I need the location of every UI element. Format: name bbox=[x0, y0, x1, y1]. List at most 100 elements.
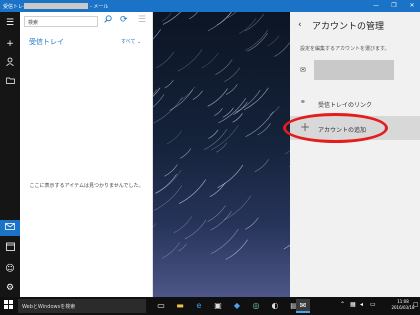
star-trails bbox=[153, 12, 290, 260]
star-trail bbox=[216, 12, 232, 26]
star-trail bbox=[244, 13, 264, 32]
app-icon-3[interactable]: ◐ bbox=[268, 299, 282, 313]
window-title-suffix: - メール bbox=[90, 4, 109, 10]
star-trail bbox=[164, 80, 174, 89]
star-trail bbox=[225, 239, 248, 260]
store-icon[interactable]: ▣ bbox=[211, 299, 225, 313]
message-list-pane: 検索 ⟳ ☰ 受信トレイ すべて ⌄ ここに表示するアイテムは見つかりませんでし… bbox=[20, 12, 153, 297]
keyboard-icon[interactable]: ▭ bbox=[370, 301, 376, 308]
star-trail bbox=[227, 12, 237, 19]
search-input[interactable]: 検索 bbox=[24, 16, 98, 27]
star-trail bbox=[243, 87, 269, 111]
star-trail bbox=[169, 89, 193, 111]
star-trail bbox=[218, 98, 247, 124]
taskbar-search-placeholder: WebとWindowsを検索 bbox=[22, 304, 76, 310]
sync-icon[interactable]: ⟳ bbox=[120, 15, 128, 25]
taskbar-search-input[interactable]: WebとWindowsを検索 bbox=[18, 299, 146, 313]
red-highlight-ellipse bbox=[283, 113, 388, 143]
star-trail bbox=[184, 219, 207, 240]
star-trail bbox=[155, 51, 175, 69]
back-arrow-icon[interactable]: ‹ bbox=[298, 20, 302, 30]
star-trail bbox=[257, 123, 271, 136]
people-icon[interactable] bbox=[0, 56, 20, 72]
star-trail bbox=[224, 67, 241, 83]
star-trail bbox=[177, 49, 203, 72]
minimize-button[interactable]: — bbox=[370, 0, 382, 12]
star-trail bbox=[208, 129, 219, 139]
empty-state-message: ここに表示するアイテムは見つかりませんでした。 bbox=[29, 183, 144, 189]
star-trail bbox=[269, 105, 280, 116]
star-trail bbox=[161, 242, 181, 259]
star-trail bbox=[215, 59, 233, 75]
notifications-icon[interactable]: ▢ bbox=[413, 301, 419, 308]
star-trail bbox=[179, 86, 196, 101]
star-trail bbox=[217, 164, 244, 188]
star-trail bbox=[192, 90, 203, 100]
edge-icon[interactable]: e bbox=[192, 299, 206, 313]
filter-dropdown[interactable]: すべて ⌄ bbox=[121, 38, 141, 45]
file-explorer-icon[interactable]: ▬ bbox=[173, 299, 187, 313]
star-trail bbox=[267, 35, 280, 47]
star-trail bbox=[222, 107, 234, 118]
app-icon-2[interactable]: ◎ bbox=[249, 299, 263, 313]
star-trail bbox=[207, 88, 228, 107]
link-inboxes-label: 受信トレイのリンク bbox=[318, 102, 373, 109]
star-trail bbox=[153, 29, 161, 40]
compose-icon[interactable]: + bbox=[0, 36, 20, 52]
star-trail bbox=[214, 108, 223, 116]
select-mode-icon[interactable]: ☰ bbox=[138, 15, 146, 25]
star-trail bbox=[166, 130, 183, 145]
star-trail bbox=[178, 179, 207, 204]
account-name-redacted bbox=[314, 60, 394, 80]
star-trail bbox=[210, 228, 239, 255]
star-trail bbox=[225, 84, 238, 95]
taskbar: WebとWindowsを検索 ▭ ▬ e ▣ ◆ ◎ ◐ ▤ ✉ ⌃ ▦ ◂ ▭… bbox=[0, 297, 420, 315]
star-trail bbox=[210, 125, 239, 151]
app-icon-1[interactable]: ◆ bbox=[230, 299, 244, 313]
close-button[interactable]: ✕ bbox=[406, 0, 418, 12]
star-trail bbox=[216, 142, 228, 153]
hamburger-icon[interactable]: ☰ bbox=[0, 15, 20, 31]
star-trail bbox=[164, 164, 178, 177]
account-item[interactable]: ✉ bbox=[300, 60, 410, 80]
star-trail bbox=[153, 94, 165, 108]
star-trail bbox=[154, 185, 183, 211]
smiley-icon[interactable]: ☺ bbox=[0, 261, 20, 277]
task-view-icon[interactable]: ▭ bbox=[154, 299, 168, 313]
star-trail bbox=[153, 96, 183, 124]
star-trail bbox=[245, 217, 259, 230]
star-trail bbox=[155, 173, 177, 194]
link-icon: ⚭ bbox=[300, 98, 306, 106]
star-trail bbox=[254, 159, 270, 173]
star-trail bbox=[153, 223, 157, 228]
chevron-up-icon[interactable]: ⌃ bbox=[340, 301, 345, 308]
panel-title: アカウントの管理 bbox=[312, 22, 385, 32]
envelope-icon: ✉ bbox=[300, 66, 306, 74]
nav-rail: ☰ + ☺ ⚙ bbox=[0, 12, 20, 297]
search-icon[interactable] bbox=[104, 15, 112, 26]
wallpaper-area bbox=[153, 12, 290, 297]
maximize-button[interactable]: ❐ bbox=[388, 0, 400, 12]
mail-icon[interactable] bbox=[0, 220, 20, 236]
folder-title: 受信トレイ bbox=[29, 38, 64, 46]
star-trail bbox=[162, 12, 181, 25]
panel-hint: 設定を編集するアカウントを選びます。 bbox=[300, 46, 390, 52]
folder-icon[interactable] bbox=[0, 74, 20, 90]
star-trail bbox=[178, 243, 187, 252]
windows-start-icon[interactable] bbox=[4, 300, 13, 312]
star-trail bbox=[244, 29, 269, 51]
account-name-redacted bbox=[24, 3, 88, 9]
star-trail bbox=[179, 148, 192, 159]
mail-taskbar-icon[interactable]: ✉ bbox=[296, 299, 310, 313]
volume-icon[interactable]: ◂ bbox=[360, 301, 363, 308]
network-icon[interactable]: ▦ bbox=[350, 301, 356, 308]
star-trail bbox=[153, 88, 158, 95]
manage-accounts-panel: ‹ アカウントの管理 設定を編集するアカウントを選びます。 ✉ ⚭ 受信トレイの… bbox=[290, 12, 420, 297]
star-trail bbox=[233, 101, 248, 115]
star-trail bbox=[245, 111, 274, 137]
link-inboxes-item[interactable]: ⚭ 受信トレイのリンク bbox=[300, 98, 410, 110]
settings-icon[interactable]: ⚙ bbox=[0, 280, 20, 296]
star-trail bbox=[274, 42, 290, 57]
calendar-icon[interactable] bbox=[0, 241, 20, 257]
star-trail bbox=[161, 12, 172, 22]
